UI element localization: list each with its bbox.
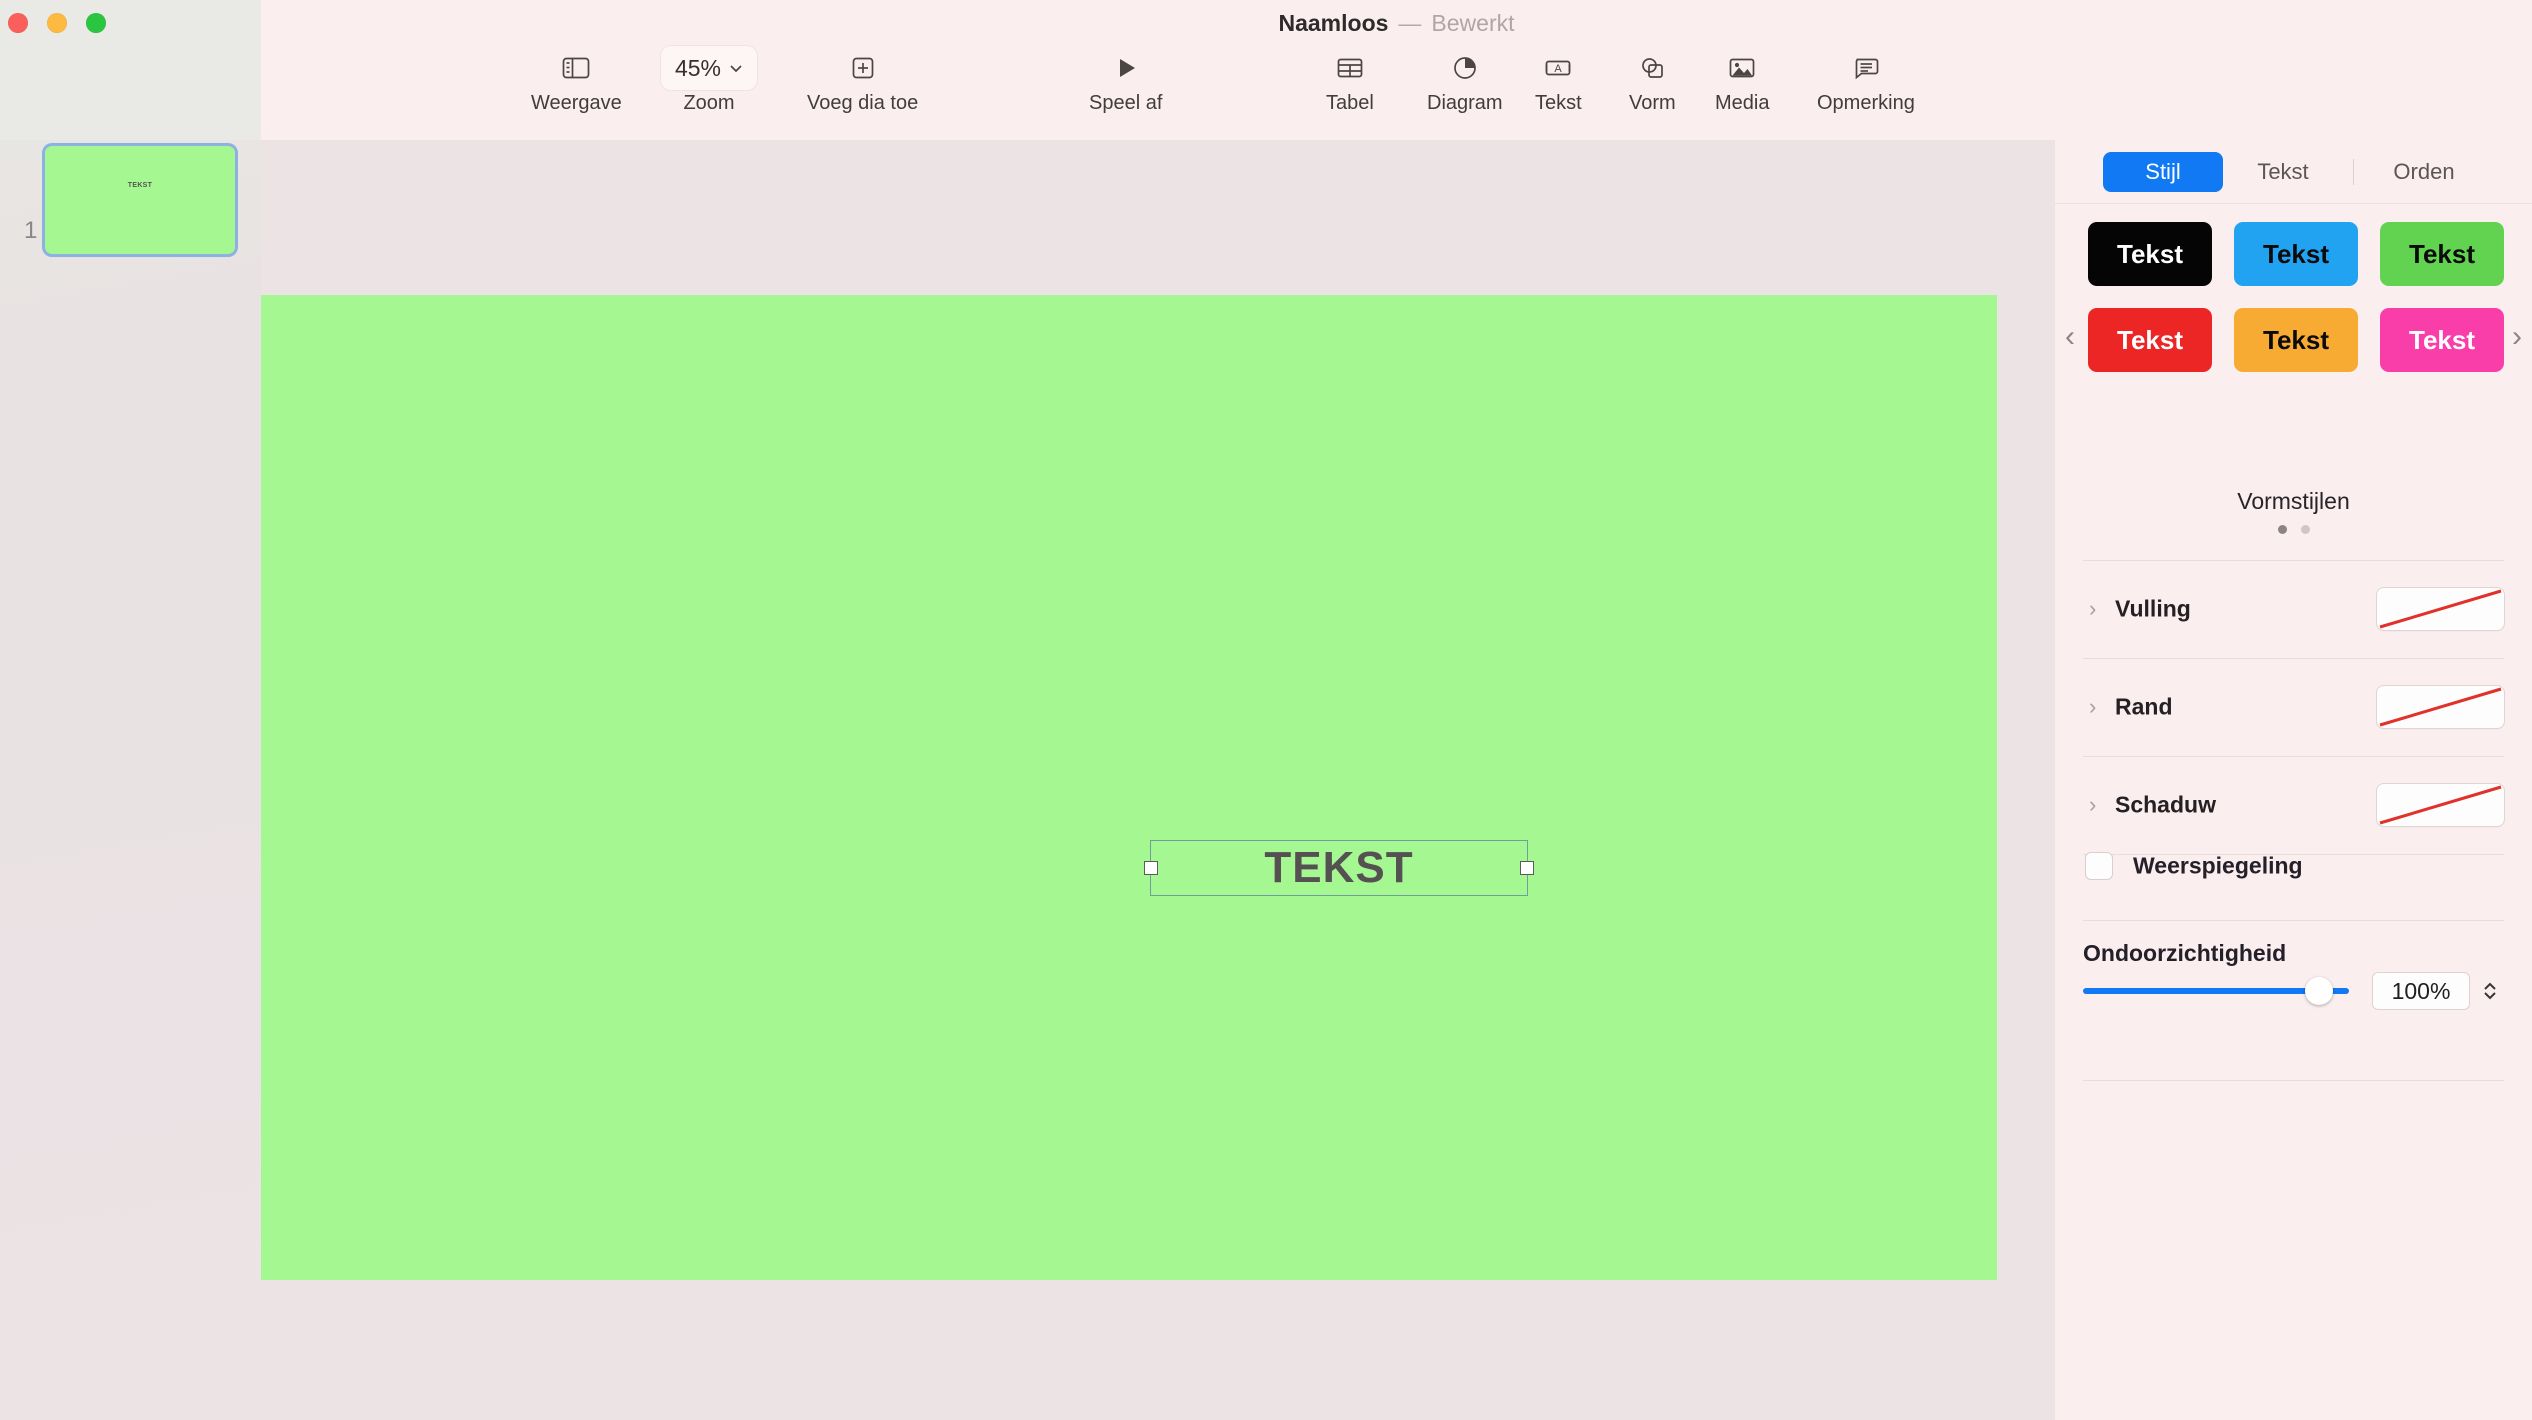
tab-tekst[interactable]: Tekst <box>2223 152 2343 192</box>
toolbar-item-zoom[interactable]: 45% Zoom <box>661 46 757 115</box>
slide-canvas-area[interactable]: TEKST <box>261 140 2055 1420</box>
shape-style-swatch-5[interactable]: Tekst <box>2234 308 2358 372</box>
close-button[interactable] <box>8 13 28 33</box>
textbox-text[interactable]: TEKST <box>1151 841 1527 895</box>
sidebar-icon <box>561 46 591 90</box>
slide-navigator-sidebar: 1 TEKST <box>0 0 261 1420</box>
toolbar-item-media[interactable]: Media <box>1715 46 1769 115</box>
stepper-up-icon <box>2484 982 2496 990</box>
opacity-block: Ondoorzichtigheid 100% <box>2055 940 2532 1060</box>
tab-divider <box>2353 158 2354 185</box>
chevron-down-icon <box>730 64 742 72</box>
toolbar-item-weergave[interactable]: Weergave <box>531 46 622 115</box>
opacity-slider-knob[interactable] <box>2305 977 2333 1005</box>
tab-orden[interactable]: Orden <box>2364 152 2484 192</box>
table-icon <box>1335 46 1365 90</box>
play-icon <box>1112 46 1140 90</box>
tab-stijl[interactable]: Stijl <box>2103 151 2223 192</box>
text-icon: A <box>1542 46 1574 90</box>
toolbar-label-vorm: Vorm <box>1629 92 1676 114</box>
slide-thumbnail[interactable]: TEKST <box>45 146 235 254</box>
title-separator: — <box>1398 9 1422 36</box>
shape-style-swatch-6[interactable]: Tekst <box>2380 308 2504 372</box>
row-rand[interactable]: › Rand <box>2055 658 2532 756</box>
chevron-right-icon-schaduw[interactable]: › <box>2089 792 2096 818</box>
shape-style-swatch-3[interactable]: Tekst <box>2380 222 2504 286</box>
rand-no-fill-swatch[interactable] <box>2377 686 2504 728</box>
shape-styles-block: ‹ › Tekst Tekst Tekst Tekst Tekst Tekst <box>2055 212 2532 422</box>
svg-text:A: A <box>1555 63 1563 75</box>
toolbar-label-voeg-dia-toe: Voeg dia toe <box>807 92 919 114</box>
toolbar-label-opmerking: Opmerking <box>1817 92 1915 114</box>
shape-styles-pagination[interactable] <box>2055 525 2532 534</box>
toolbar-label-weergave: Weergave <box>531 92 622 114</box>
shape-style-grid[interactable]: Tekst Tekst Tekst Tekst Tekst Tekst <box>2088 222 2504 372</box>
toolbar-item-opmerking[interactable]: Opmerking <box>1817 46 1915 115</box>
toolbar-item-tekst[interactable]: A Tekst <box>1535 46 1582 115</box>
resize-handle-right[interactable] <box>1520 861 1534 875</box>
chevron-right-icon-rand[interactable]: › <box>2089 694 2096 720</box>
shape-icon <box>1637 46 1667 90</box>
stepper-down-icon <box>2484 992 2496 1000</box>
shape-styles-caption: Vormstijlen <box>2237 488 2350 514</box>
inspector-tabs[interactable]: Stijl Tekst Orden <box>2055 140 2532 204</box>
opacity-value-field[interactable]: 100% <box>2373 973 2469 1009</box>
chevron-right-icon-vulling[interactable]: › <box>2089 596 2096 622</box>
toolbar-label-tekst: Tekst <box>1535 92 1582 114</box>
toolbar-item-vorm[interactable]: Vorm <box>1629 46 1676 115</box>
canvas-background: TEKST <box>261 140 2055 1420</box>
slide-list[interactable]: 1 TEKST <box>0 140 261 1420</box>
document-state: Bewerkt <box>1431 9 1515 36</box>
row-vulling[interactable]: › Vulling <box>2055 560 2532 658</box>
toolbar-label-zoom: Zoom <box>683 92 735 114</box>
toolbar-label-speel-af: Speel af <box>1089 92 1163 114</box>
row-weerspiegeling[interactable]: Weerspiegeling <box>2055 830 2532 902</box>
label-weerspiegeling: Weerspiegeling <box>2133 852 2303 879</box>
keynote-window: 1 TEKST Naamloos — Bewerkt Weergave 45% … <box>0 0 2532 1420</box>
label-rand: Rand <box>2115 693 2173 720</box>
opacity-stepper[interactable] <box>2477 973 2503 1009</box>
page-dot-2[interactable] <box>2300 525 2310 534</box>
weerspiegeling-checkbox[interactable] <box>2086 853 2112 879</box>
minimize-button[interactable] <box>47 13 67 33</box>
shape-style-swatch-1[interactable]: Tekst <box>2088 222 2212 286</box>
divider-6 <box>2083 1080 2504 1081</box>
toolbar-item-tabel[interactable]: Tabel <box>1326 46 1374 115</box>
zoom-value: 45% <box>674 54 722 81</box>
page-dot-1[interactable] <box>2277 525 2287 534</box>
window-traffic-lights[interactable] <box>8 13 106 33</box>
styles-prev-arrow[interactable]: ‹ <box>2065 320 2075 354</box>
comment-icon <box>1851 46 1881 90</box>
slide-thumbnail-text: TEKST <box>127 182 153 189</box>
label-schaduw: Schaduw <box>2115 791 2216 818</box>
shape-style-swatch-2[interactable]: Tekst <box>2234 222 2358 286</box>
slide-surface[interactable]: TEKST <box>261 295 1997 1280</box>
toolbar-label-tabel: Tabel <box>1326 92 1374 114</box>
toolbar-item-speel-af[interactable]: Speel af <box>1089 46 1162 115</box>
resize-handle-left[interactable] <box>1144 861 1158 875</box>
schaduw-no-fill-swatch[interactable] <box>2377 784 2504 826</box>
shape-style-swatch-4[interactable]: Tekst <box>2088 308 2212 372</box>
toolbar-item-voeg-dia-toe[interactable]: Voeg dia toe <box>807 46 918 115</box>
add-slide-icon <box>849 46 877 90</box>
label-vulling: Vulling <box>2115 595 2191 622</box>
slide-number: 1 <box>24 217 38 244</box>
selected-textbox[interactable]: TEKST <box>1144 840 1534 896</box>
toolbar-label-media: Media <box>1715 92 1770 114</box>
zoom-dropdown[interactable]: 45% <box>661 46 757 90</box>
label-ondoorzichtigheid: Ondoorzichtigheid <box>2083 940 2287 966</box>
chart-icon <box>1451 46 1479 90</box>
document-title: Naamloos <box>1278 9 1389 36</box>
divider-5 <box>2083 920 2504 921</box>
styles-next-arrow[interactable]: › <box>2512 320 2522 354</box>
media-icon <box>1727 46 1757 90</box>
slide-thumbnail-item[interactable]: 1 TEKST <box>0 140 261 255</box>
format-inspector-panel: Stijl Tekst Orden ‹ › Tekst Tekst Tekst … <box>2055 0 2532 1420</box>
sidebar-titlebar <box>0 0 261 140</box>
zoom-button[interactable] <box>86 13 106 33</box>
toolbar-item-diagram[interactable]: Diagram <box>1427 46 1503 115</box>
toolbar-label-diagram: Diagram <box>1427 92 1503 114</box>
vulling-no-fill-swatch[interactable] <box>2377 588 2504 630</box>
